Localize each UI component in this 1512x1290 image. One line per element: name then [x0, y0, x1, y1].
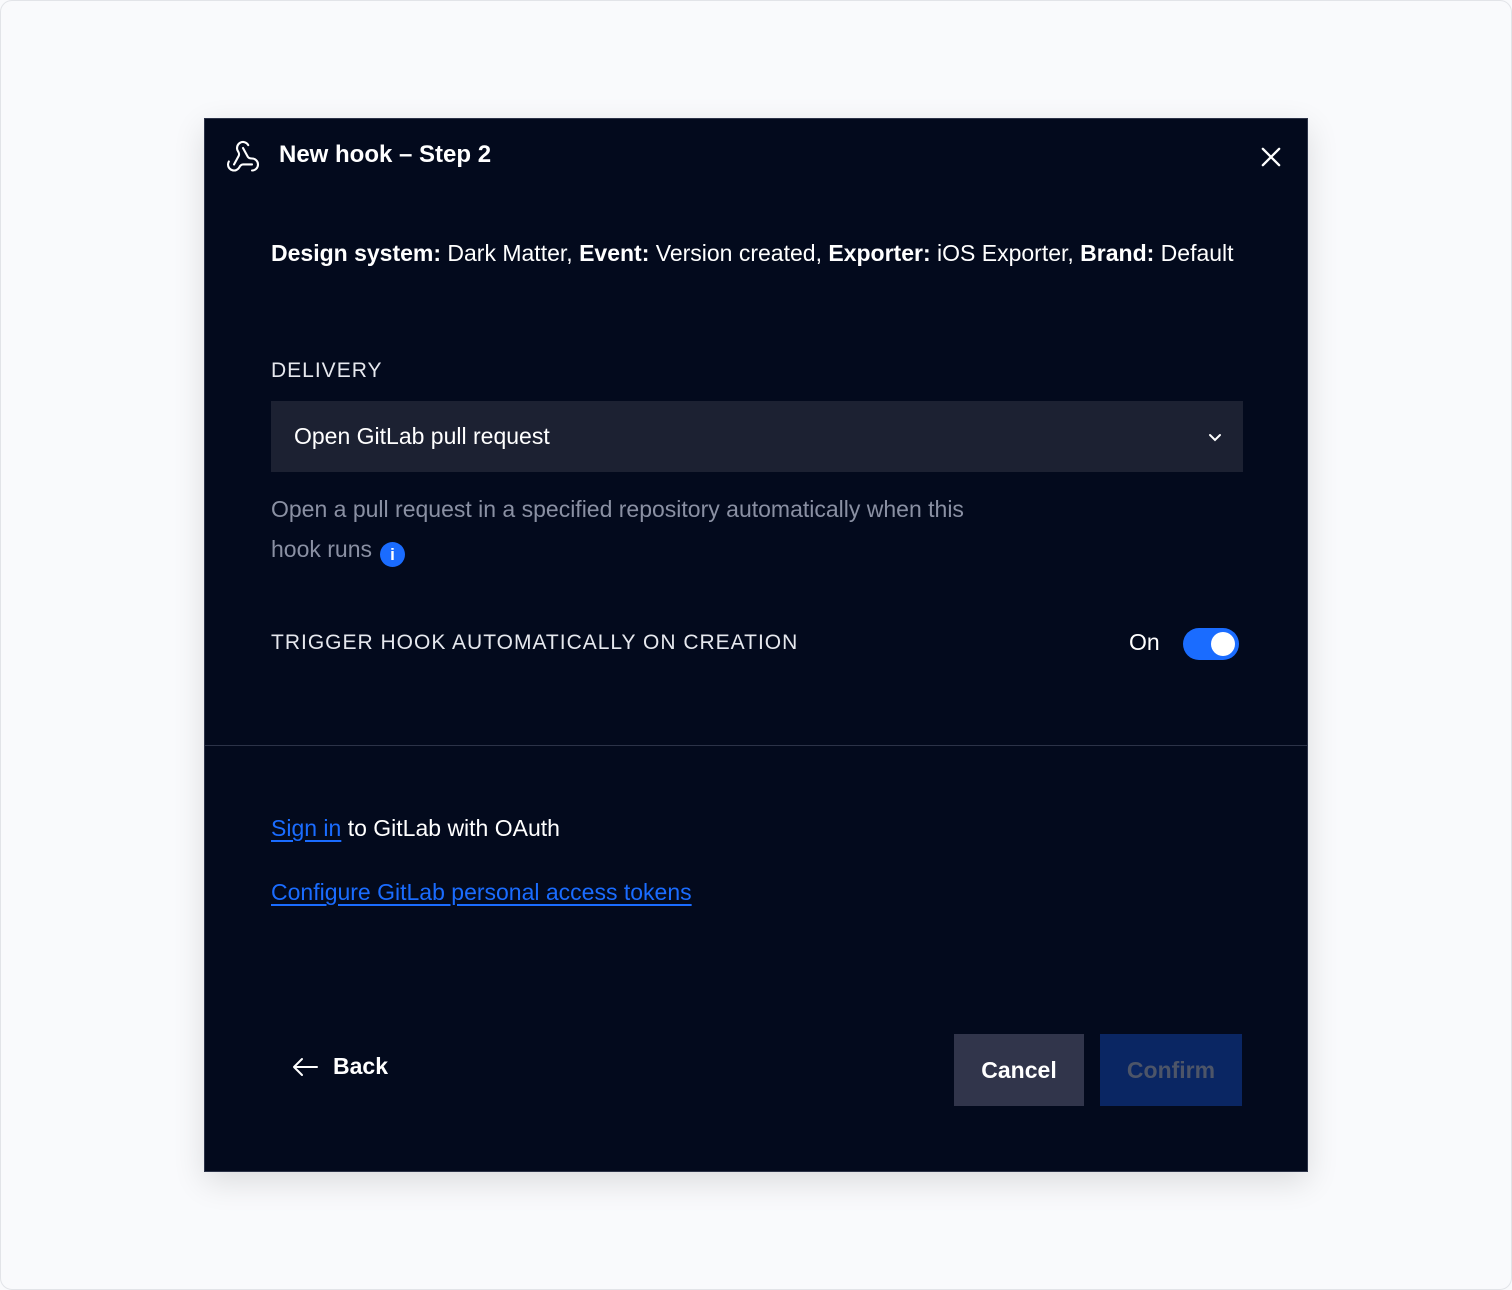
summary-value: Dark Matter,: [441, 240, 579, 266]
trigger-state: On: [1129, 629, 1160, 656]
dialog-title: New hook – Step 2: [279, 141, 491, 169]
info-icon[interactable]: i: [380, 542, 405, 567]
delivery-select[interactable]: Open GitLab pull request: [271, 401, 1243, 472]
summary-value: iOS Exporter,: [931, 240, 1081, 266]
chevron-down-icon: [1207, 429, 1223, 445]
new-hook-dialog: New hook – Step 2 Design system: Dark Ma…: [204, 118, 1308, 1172]
dialog-header: New hook – Step 2: [205, 119, 1307, 195]
cancel-button[interactable]: Cancel: [954, 1034, 1084, 1106]
delivery-help: Open a pull request in a specified repos…: [271, 489, 971, 569]
hook-summary: Design system: Dark Matter, Event: Versi…: [271, 233, 1251, 273]
trigger-label: TRIGGER HOOK AUTOMATICALLY ON CREATION: [271, 631, 798, 655]
signin-link[interactable]: Sign in: [271, 815, 341, 841]
arrow-left-icon: [291, 1056, 319, 1078]
trigger-toggle[interactable]: [1183, 628, 1239, 660]
delivery-help-text: Open a pull request in a specified repos…: [271, 496, 964, 562]
configure-tokens-link[interactable]: Configure GitLab personal access tokens: [271, 879, 692, 905]
back-label: Back: [333, 1053, 388, 1080]
summary-value: Version created,: [649, 240, 828, 266]
summary-label: Design system:: [271, 240, 441, 266]
delivery-value: Open GitLab pull request: [294, 423, 550, 449]
webhook-icon: [225, 139, 261, 175]
summary-value: Default: [1154, 240, 1233, 266]
signin-line: Sign in to GitLab with OAuth: [271, 815, 560, 842]
summary-label: Event:: [579, 240, 649, 266]
close-icon[interactable]: [1257, 143, 1285, 171]
toggle-knob: [1211, 632, 1235, 656]
back-button[interactable]: Back: [291, 1053, 388, 1080]
divider: [205, 745, 1307, 746]
summary-label: Exporter:: [828, 240, 930, 266]
delivery-label: DELIVERY: [271, 359, 383, 383]
summary-label: Brand:: [1080, 240, 1154, 266]
confirm-button[interactable]: Confirm: [1100, 1034, 1242, 1106]
signin-text: to GitLab with OAuth: [341, 815, 560, 841]
